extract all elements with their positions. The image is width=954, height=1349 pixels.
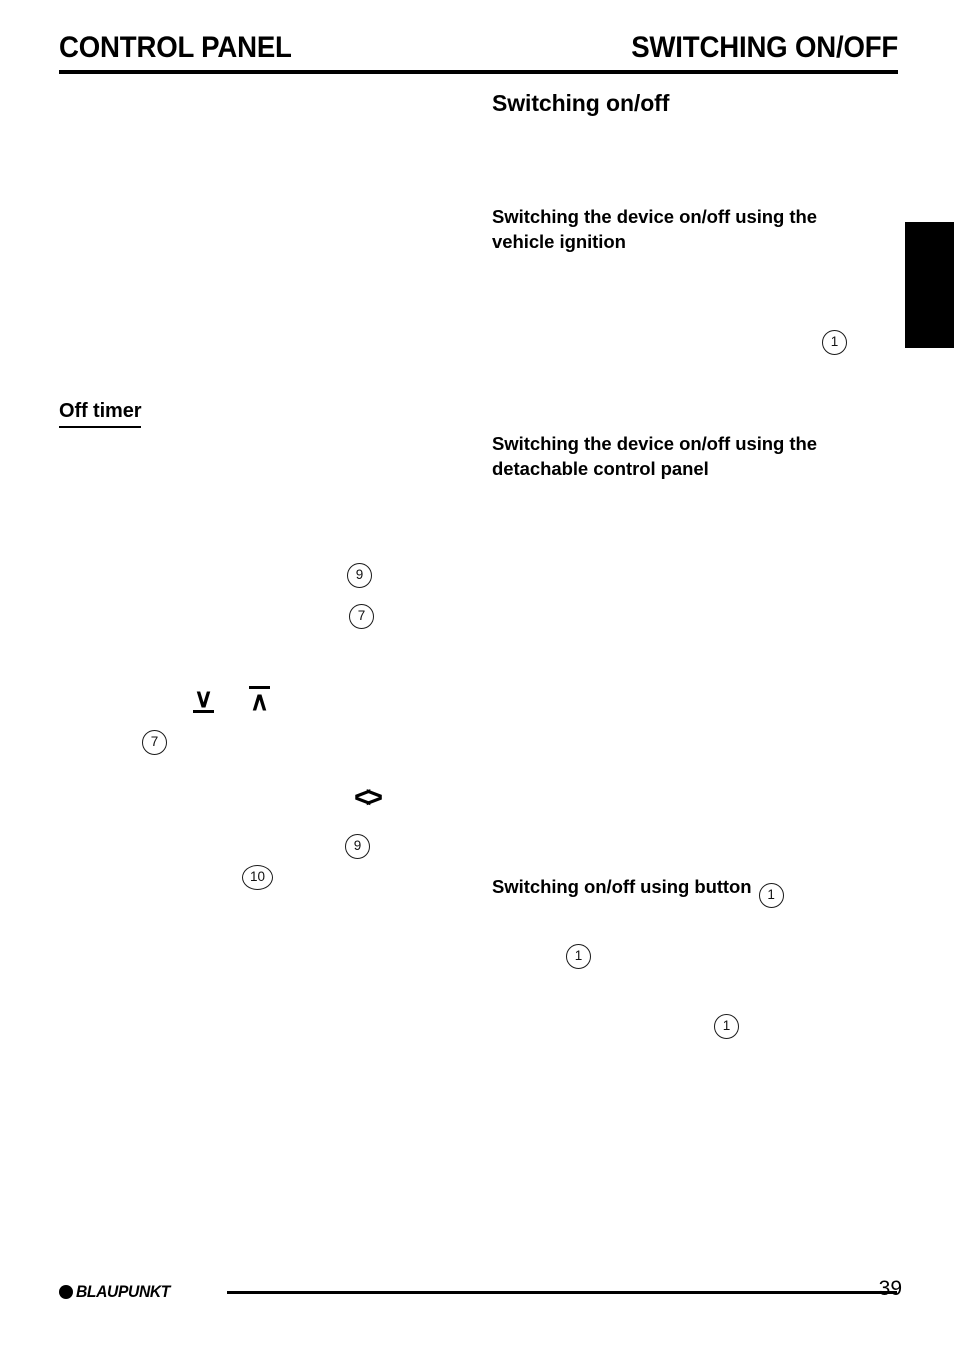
- callout-marker-9-lower: 9: [345, 834, 370, 859]
- subheading-switching-using-button: Switching on/off using button 1: [492, 875, 892, 908]
- left-right-chevrons-icon: <>: [354, 781, 383, 814]
- subheading-detachable-control-panel: Switching the device on/off using the de…: [492, 433, 817, 479]
- page-number: 39: [878, 1277, 902, 1300]
- header-divider-rule: [59, 70, 898, 74]
- callout-marker-10: 10: [242, 865, 273, 890]
- callout-marker-1-body-b: 1: [714, 1014, 739, 1039]
- running-header: CONTROL PANEL SWITCHING ON/OFF: [59, 33, 898, 63]
- callout-marker-1-ignition: 1: [822, 330, 847, 355]
- callout-marker-7-lower: 7: [142, 730, 167, 755]
- thumb-index-tab: [905, 222, 954, 348]
- callout-marker-1-inline: 1: [758, 883, 784, 908]
- document-page: CONTROL PANEL SWITCHING ON/OFF Off timer…: [0, 0, 954, 1349]
- logo-dot-icon: [59, 1284, 73, 1299]
- footer-divider-rule: [227, 1291, 897, 1294]
- callout-marker-7: 7: [349, 604, 374, 629]
- logo-wordmark: BLAUPUNKT: [76, 1282, 170, 1301]
- subheading-vehicle-ignition: Switching the device on/off using the ve…: [492, 206, 817, 252]
- subheading-switching-using-button-text: Switching on/off using button: [492, 876, 752, 897]
- header-left-title: CONTROL PANEL: [59, 31, 292, 64]
- up-arrow-glyph: ∧: [249, 686, 271, 716]
- down-arrow-glyph: ∨: [193, 683, 215, 714]
- section-title-switching-on-off: Switching on/off: [492, 90, 670, 116]
- down-arrow-underlined-icon: ∨: [193, 683, 215, 714]
- blaupunkt-logo: BLAUPUNKT: [59, 1283, 178, 1300]
- left-column: Off timer ∨ ∧ <> 9 7 7 9 10: [59, 86, 459, 1236]
- callout-marker-1-body-a: 1: [566, 944, 591, 969]
- page-footer: BLAUPUNKT 39: [59, 1278, 902, 1313]
- right-column: Switching on/off Switching the device on…: [492, 86, 898, 1236]
- heading-off-timer: Off timer: [59, 399, 142, 428]
- up-arrow-overlined-icon: ∧: [249, 686, 271, 716]
- callout-marker-9: 9: [347, 563, 372, 588]
- header-right-title: SWITCHING ON/OFF: [631, 31, 898, 64]
